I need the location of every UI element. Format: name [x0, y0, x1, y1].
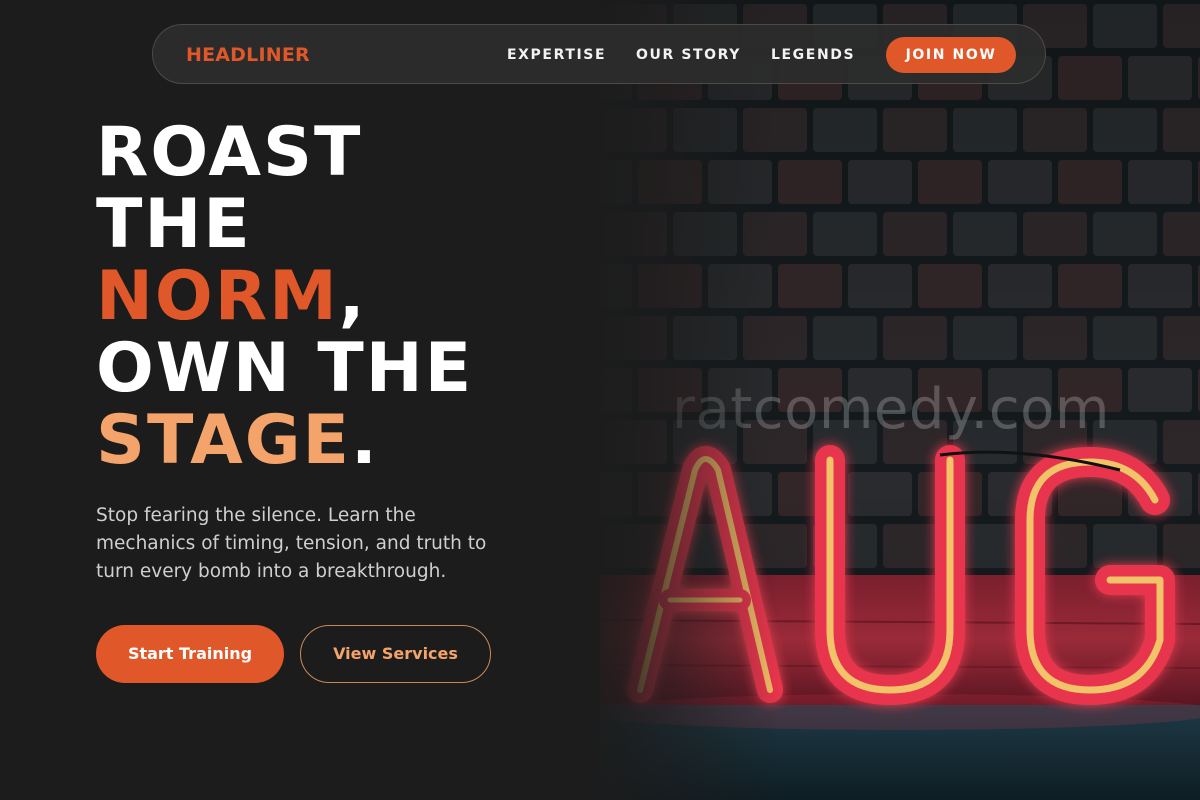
- brand-logo[interactable]: HEADLINER: [186, 44, 310, 66]
- hero-subtitle: Stop fearing the silence. Learn the mech…: [96, 505, 487, 582]
- view-services-button[interactable]: View Services: [300, 625, 491, 683]
- headline-line-5: STAGE.: [96, 405, 473, 477]
- watermark-text: ratcomedy.com: [672, 377, 1110, 442]
- headline-highlight-norm: NORM: [96, 257, 339, 336]
- headline-line-2: THE: [96, 185, 252, 264]
- headline-comma: ,: [338, 257, 367, 336]
- top-nav-bar: HEADLINER EXPERTISE OUR STORY LEGENDS JO…: [152, 24, 1046, 84]
- headline-line-3: NORM,: [96, 261, 473, 333]
- landing-page: ratcomedy.com HEADLINER EXPERTISE OUR ST…: [0, 0, 1200, 800]
- nav-link-expertise[interactable]: EXPERTISE: [507, 47, 606, 63]
- nav-link-our-story[interactable]: OUR STORY: [636, 47, 741, 63]
- headline-period: .: [350, 401, 379, 480]
- headline-line-1: ROAST: [96, 113, 363, 192]
- headline-highlight-stage: STAGE: [96, 401, 351, 480]
- join-now-button[interactable]: JOIN NOW: [886, 37, 1016, 73]
- hero-photo: ratcomedy.com: [600, 0, 1200, 800]
- start-training-button[interactable]: Start Training: [96, 625, 284, 683]
- hero-headline: ROAST THE NORM, OWN THE STAGE.: [96, 117, 473, 477]
- nav-link-legends[interactable]: LEGENDS: [771, 47, 855, 63]
- headline-line-4: OWN THE: [96, 329, 474, 408]
